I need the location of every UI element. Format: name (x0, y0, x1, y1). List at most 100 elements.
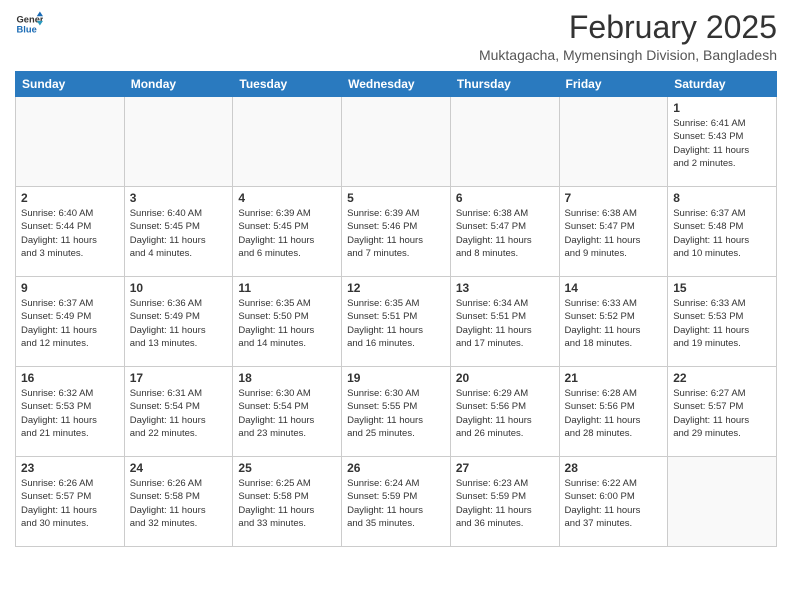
calendar-header: SundayMondayTuesdayWednesdayThursdayFrid… (16, 72, 777, 97)
day-info: Sunrise: 6:38 AM Sunset: 5:47 PM Dayligh… (565, 207, 663, 260)
day-number: 20 (456, 371, 554, 385)
day-info: Sunrise: 6:31 AM Sunset: 5:54 PM Dayligh… (130, 387, 228, 440)
weekday-header-sunday: Sunday (16, 72, 125, 97)
title-block: February 2025 Muktagacha, Mymensingh Div… (479, 10, 777, 63)
calendar-day: 9 Sunrise: 6:37 AM Sunset: 5:49 PM Daylig… (16, 277, 125, 367)
day-number: 11 (238, 281, 336, 295)
day-number: 23 (21, 461, 119, 475)
calendar-day (559, 97, 668, 187)
calendar-week-3: 9 Sunrise: 6:37 AM Sunset: 5:49 PM Daylig… (16, 277, 777, 367)
day-info: Sunrise: 6:23 AM Sunset: 5:59 PM Dayligh… (456, 477, 554, 530)
calendar-day: 25 Sunrise: 6:25 AM Sunset: 5:58 PM Dayli… (233, 457, 342, 547)
calendar-day (450, 97, 559, 187)
calendar-day (16, 97, 125, 187)
day-info: Sunrise: 6:26 AM Sunset: 5:58 PM Dayligh… (130, 477, 228, 530)
calendar-day: 15Sunrise: 6:33 AM Sunset: 5:53 PM Dayli… (668, 277, 777, 367)
calendar-day (233, 97, 342, 187)
month-title: February 2025 (479, 10, 777, 45)
day-info: Sunrise: 6:32 AM Sunset: 5:53 PM Dayligh… (21, 387, 119, 440)
calendar-day: 26 Sunrise: 6:24 AM Sunset: 5:59 PM Dayli… (342, 457, 451, 547)
day-info: Sunrise: 6:39 AM Sunset: 5:46 PM Dayligh… (347, 207, 445, 260)
day-number: 1 (673, 101, 771, 115)
day-info: Sunrise: 6:30 AM Sunset: 5:55 PM Dayligh… (347, 387, 445, 440)
calendar-table: SundayMondayTuesdayWednesdayThursdayFrid… (15, 71, 777, 547)
day-number: 12 (347, 281, 445, 295)
day-info: Sunrise: 6:25 AM Sunset: 5:58 PM Dayligh… (238, 477, 336, 530)
day-number: 17 (130, 371, 228, 385)
calendar-week-1: 1 Sunrise: 6:41 AM Sunset: 5:43 PM Daylig… (16, 97, 777, 187)
day-number: 2 (21, 191, 119, 205)
day-number: 19 (347, 371, 445, 385)
day-info: Sunrise: 6:24 AM Sunset: 5:59 PM Dayligh… (347, 477, 445, 530)
calendar-day: 21 Sunrise: 6:28 AM Sunset: 5:56 PM Dayli… (559, 367, 668, 457)
day-number: 18 (238, 371, 336, 385)
day-info: Sunrise: 6:39 AM Sunset: 5:45 PM Dayligh… (238, 207, 336, 260)
weekday-header-monday: Monday (124, 72, 233, 97)
subtitle: Muktagacha, Mymensingh Division, Banglad… (479, 47, 777, 63)
calendar-day: 10 Sunrise: 6:36 AM Sunset: 5:49 PM Dayli… (124, 277, 233, 367)
calendar-day (342, 97, 451, 187)
calendar-body: 1 Sunrise: 6:41 AM Sunset: 5:43 PM Daylig… (16, 97, 777, 547)
calendar-day: 16 Sunrise: 6:32 AM Sunset: 5:53 PM Dayli… (16, 367, 125, 457)
calendar-day: 22Sunrise: 6:27 AM Sunset: 5:57 PM Dayli… (668, 367, 777, 457)
calendar-day: 17 Sunrise: 6:31 AM Sunset: 5:54 PM Dayli… (124, 367, 233, 457)
day-info: Sunrise: 6:26 AM Sunset: 5:57 PM Dayligh… (21, 477, 119, 530)
day-number: 10 (130, 281, 228, 295)
calendar-day: 4 Sunrise: 6:39 AM Sunset: 5:45 PM Daylig… (233, 187, 342, 277)
page: General Blue February 2025 Muktagacha, M… (0, 0, 792, 562)
header: General Blue February 2025 Muktagacha, M… (15, 10, 777, 63)
calendar-day: 6Sunrise: 6:38 AM Sunset: 5:47 PM Daylig… (450, 187, 559, 277)
day-info: Sunrise: 6:28 AM Sunset: 5:56 PM Dayligh… (565, 387, 663, 440)
day-number: 28 (565, 461, 663, 475)
day-info: Sunrise: 6:30 AM Sunset: 5:54 PM Dayligh… (238, 387, 336, 440)
weekday-header-tuesday: Tuesday (233, 72, 342, 97)
day-number: 9 (21, 281, 119, 295)
day-number: 25 (238, 461, 336, 475)
calendar-day (124, 97, 233, 187)
day-number: 13 (456, 281, 554, 295)
day-number: 7 (565, 191, 663, 205)
weekday-header-friday: Friday (559, 72, 668, 97)
calendar-day: 24Sunrise: 6:26 AM Sunset: 5:58 PM Dayli… (124, 457, 233, 547)
day-number: 8 (673, 191, 771, 205)
day-info: Sunrise: 6:40 AM Sunset: 5:44 PM Dayligh… (21, 207, 119, 260)
day-info: Sunrise: 6:33 AM Sunset: 5:52 PM Dayligh… (565, 297, 663, 350)
calendar-day: 14 Sunrise: 6:33 AM Sunset: 5:52 PM Dayli… (559, 277, 668, 367)
day-info: Sunrise: 6:37 AM Sunset: 5:49 PM Dayligh… (21, 297, 119, 350)
calendar-day: 3 Sunrise: 6:40 AM Sunset: 5:45 PM Daylig… (124, 187, 233, 277)
day-info: Sunrise: 6:33 AM Sunset: 5:53 PM Dayligh… (673, 297, 771, 350)
calendar-week-4: 16 Sunrise: 6:32 AM Sunset: 5:53 PM Dayli… (16, 367, 777, 457)
day-number: 22 (673, 371, 771, 385)
day-number: 3 (130, 191, 228, 205)
weekday-header-thursday: Thursday (450, 72, 559, 97)
calendar-day: 28 Sunrise: 6:22 AM Sunset: 6:00 PM Dayli… (559, 457, 668, 547)
day-number: 26 (347, 461, 445, 475)
weekday-header-row: SundayMondayTuesdayWednesdayThursdayFrid… (16, 72, 777, 97)
calendar-day: 5Sunrise: 6:39 AM Sunset: 5:46 PM Daylig… (342, 187, 451, 277)
calendar-day: 13 Sunrise: 6:34 AM Sunset: 5:51 PM Dayli… (450, 277, 559, 367)
calendar-day: 8 Sunrise: 6:37 AM Sunset: 5:48 PM Daylig… (668, 187, 777, 277)
calendar-day: 27Sunrise: 6:23 AM Sunset: 5:59 PM Dayli… (450, 457, 559, 547)
day-number: 6 (456, 191, 554, 205)
day-number: 16 (21, 371, 119, 385)
weekday-header-wednesday: Wednesday (342, 72, 451, 97)
calendar-day: 2 Sunrise: 6:40 AM Sunset: 5:44 PM Daylig… (16, 187, 125, 277)
calendar-day: 23 Sunrise: 6:26 AM Sunset: 5:57 PM Dayli… (16, 457, 125, 547)
day-info: Sunrise: 6:41 AM Sunset: 5:43 PM Dayligh… (673, 117, 771, 170)
calendar-week-2: 2 Sunrise: 6:40 AM Sunset: 5:44 PM Daylig… (16, 187, 777, 277)
svg-text:Blue: Blue (17, 25, 37, 35)
day-info: Sunrise: 6:35 AM Sunset: 5:51 PM Dayligh… (347, 297, 445, 350)
calendar-day: 12 Sunrise: 6:35 AM Sunset: 5:51 PM Dayli… (342, 277, 451, 367)
day-info: Sunrise: 6:40 AM Sunset: 5:45 PM Dayligh… (130, 207, 228, 260)
calendar-day (668, 457, 777, 547)
day-info: Sunrise: 6:22 AM Sunset: 6:00 PM Dayligh… (565, 477, 663, 530)
weekday-header-saturday: Saturday (668, 72, 777, 97)
day-info: Sunrise: 6:29 AM Sunset: 5:56 PM Dayligh… (456, 387, 554, 440)
day-number: 21 (565, 371, 663, 385)
day-info: Sunrise: 6:37 AM Sunset: 5:48 PM Dayligh… (673, 207, 771, 260)
calendar-day: 20 Sunrise: 6:29 AM Sunset: 5:56 PM Dayli… (450, 367, 559, 457)
day-info: Sunrise: 6:36 AM Sunset: 5:49 PM Dayligh… (130, 297, 228, 350)
day-number: 14 (565, 281, 663, 295)
day-number: 4 (238, 191, 336, 205)
day-info: Sunrise: 6:34 AM Sunset: 5:51 PM Dayligh… (456, 297, 554, 350)
